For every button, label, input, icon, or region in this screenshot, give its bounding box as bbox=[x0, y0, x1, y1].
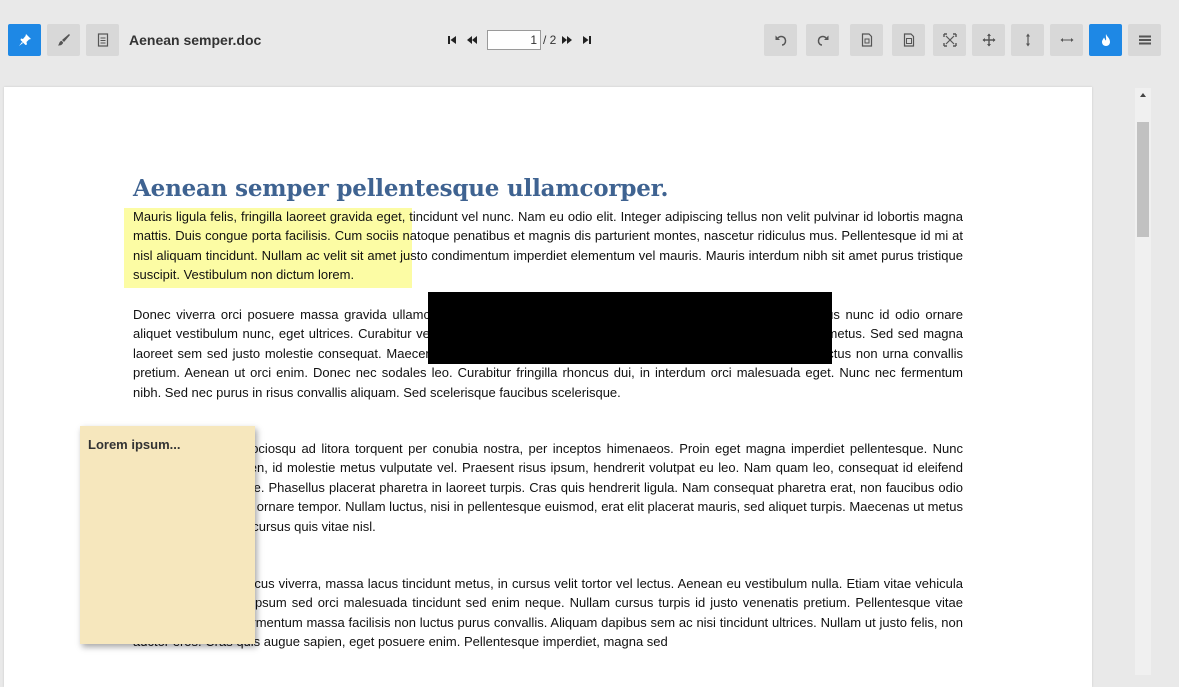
vertical-scrollbar[interactable] bbox=[1135, 88, 1151, 675]
horizontal-resize-button[interactable] bbox=[1050, 24, 1083, 56]
next-page-icon[interactable] bbox=[560, 33, 574, 47]
horizontal-resize-icon bbox=[1060, 36, 1074, 44]
scroll-up-icon[interactable] bbox=[1135, 88, 1151, 102]
toolbar: Aenean semper.doc / 2 bbox=[0, 0, 1179, 80]
first-page-icon[interactable] bbox=[445, 33, 459, 47]
document-viewer: Aenean semper pellentesque ullamcorper. … bbox=[0, 80, 1179, 687]
sticky-note[interactable]: Lorem ipsum... bbox=[80, 426, 255, 644]
undo-icon bbox=[774, 33, 788, 47]
menu-icon bbox=[1138, 34, 1152, 46]
document-icon bbox=[96, 33, 110, 47]
pin-icon bbox=[18, 33, 32, 47]
last-page-icon[interactable] bbox=[580, 33, 594, 47]
fit-width-button[interactable] bbox=[933, 24, 966, 56]
pin-button[interactable] bbox=[8, 24, 41, 56]
move-icon bbox=[982, 33, 996, 47]
scrollbar-thumb[interactable] bbox=[1137, 122, 1149, 237]
redo-button[interactable] bbox=[806, 24, 839, 56]
document-title: Aenean semper.doc bbox=[129, 32, 262, 48]
fit-page-button[interactable] bbox=[850, 24, 883, 56]
fit-page-icon bbox=[860, 33, 874, 47]
redaction-box[interactable] bbox=[428, 292, 832, 364]
undo-button[interactable] bbox=[764, 24, 797, 56]
move-button[interactable] bbox=[972, 24, 1005, 56]
page-number-input[interactable] bbox=[487, 30, 541, 50]
brush-icon bbox=[57, 33, 71, 47]
paragraph: Curabitur, nisl a rhoncus viverra, massa… bbox=[133, 576, 963, 650]
page-total: / 2 bbox=[543, 33, 557, 47]
paragraph: Mauris ligula felis, fringilla laoreet g… bbox=[133, 209, 963, 283]
redo-icon bbox=[816, 33, 830, 47]
page-button[interactable] bbox=[892, 24, 925, 56]
previous-page-icon[interactable] bbox=[465, 33, 479, 47]
sticky-note-text: Lorem ipsum... bbox=[88, 437, 181, 452]
menu-button[interactable] bbox=[1128, 24, 1161, 56]
vertical-resize-button[interactable] bbox=[1011, 24, 1044, 56]
fit-width-icon bbox=[942, 33, 957, 47]
brush-button[interactable] bbox=[47, 24, 80, 56]
document-button[interactable] bbox=[86, 24, 119, 56]
document-heading: Aenean semper pellentesque ullamcorper. bbox=[133, 175, 669, 202]
page-navigator: / 2 bbox=[445, 30, 594, 50]
page-icon bbox=[902, 33, 916, 47]
fire-button[interactable] bbox=[1089, 24, 1122, 56]
vertical-resize-icon bbox=[1024, 33, 1032, 47]
paragraph: Class aptent taciti sociosqu ad litora t… bbox=[133, 441, 963, 534]
fire-icon bbox=[1099, 33, 1113, 47]
